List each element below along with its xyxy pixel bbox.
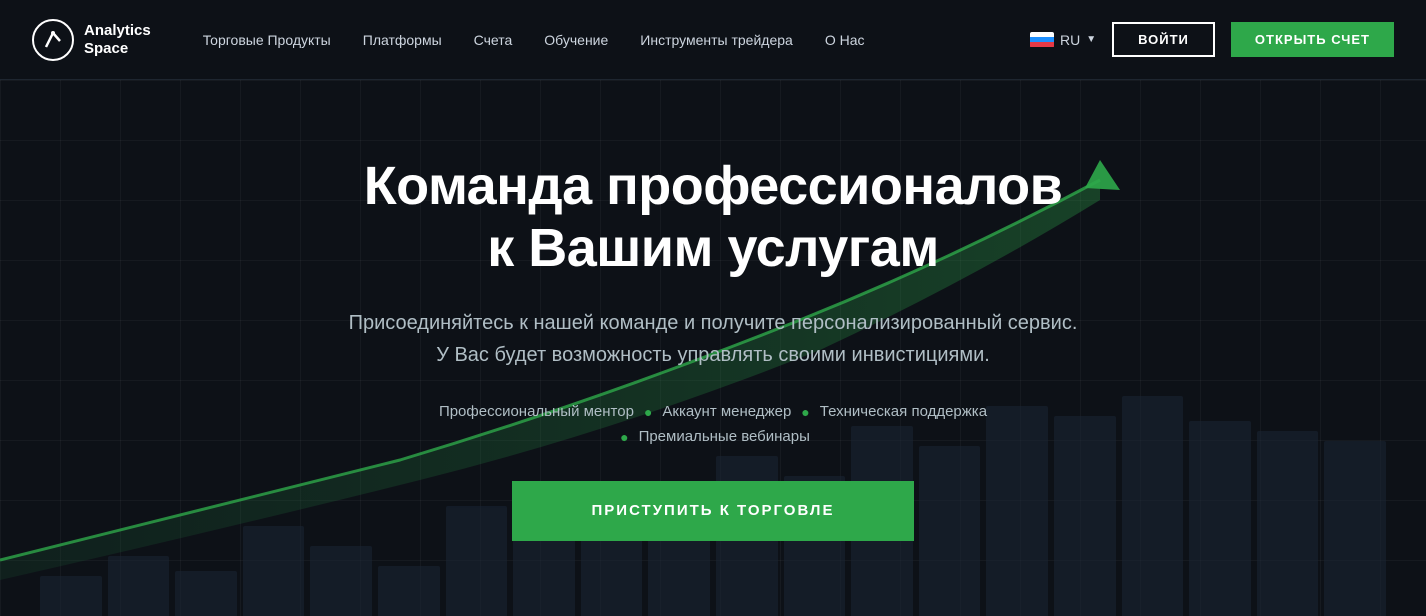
- hero-content: Команда профессионалов к Вашим услугам П…: [323, 155, 1103, 541]
- open-account-button[interactable]: ОТКРЫТЬ СЧЕТ: [1231, 22, 1394, 57]
- language-selector[interactable]: RU ▼: [1030, 32, 1096, 48]
- logo-icon: [32, 19, 74, 61]
- logo-text: Analytics Space: [84, 22, 151, 58]
- feature-support: Техническая поддержка: [820, 403, 987, 420]
- chart-bar: [1189, 421, 1251, 616]
- logo-svg: [42, 29, 64, 51]
- nav-right: RU ▼ ВОЙТИ ОТКРЫТЬ СЧЕТ: [1030, 22, 1394, 57]
- nav-link-about[interactable]: О Нас: [813, 26, 877, 54]
- nav-link-education[interactable]: Обучение: [532, 26, 620, 54]
- logo-name1: Analytics: [84, 22, 151, 40]
- features-row-1: Профессиональный ментор ● Аккаунт менедж…: [343, 403, 1083, 420]
- navigation: Analytics Space Торговые Продукты Платфо…: [0, 0, 1426, 80]
- hero-section: Команда профессионалов к Вашим услугам П…: [0, 80, 1426, 616]
- features-row-2: ● Премиальные вебинары: [343, 428, 1083, 445]
- nav-link-tools[interactable]: Инструменты трейдера: [628, 26, 805, 54]
- logo-name2: Space: [84, 40, 151, 58]
- lang-label: RU: [1060, 32, 1080, 48]
- hero-title: Команда профессионалов к Вашим услугам: [343, 155, 1083, 279]
- start-trading-button[interactable]: ПРИСТУПИТЬ К ТОРГОВЛЕ: [512, 481, 915, 541]
- chart-bar: [1257, 431, 1319, 616]
- chart-bar: [513, 536, 575, 616]
- flag-icon: [1030, 32, 1054, 48]
- chart-bar: [1122, 396, 1184, 616]
- dot-2: ●: [801, 404, 809, 420]
- dot-1: ●: [644, 404, 652, 420]
- nav-link-platforms[interactable]: Платформы: [351, 26, 454, 54]
- nav-link-accounts[interactable]: Счета: [462, 26, 525, 54]
- chart-bar: [108, 556, 170, 616]
- chart-bar: [378, 566, 440, 616]
- chart-bar: [40, 576, 102, 616]
- chevron-down-icon: ▼: [1086, 34, 1096, 45]
- hero-subtitle: Присоединяйтесь к нашей команде и получи…: [343, 307, 1083, 371]
- hero-title-line2: к Вашим услугам: [487, 218, 939, 278]
- feature-mentor: Профессиональный ментор: [439, 403, 634, 420]
- chart-bar: [243, 526, 305, 616]
- dot-3: ●: [620, 429, 628, 445]
- chart-bar: [310, 546, 372, 616]
- nav-link-trading-products[interactable]: Торговые Продукты: [191, 26, 343, 54]
- logo[interactable]: Analytics Space: [32, 19, 151, 61]
- login-button[interactable]: ВОЙТИ: [1112, 22, 1215, 57]
- chart-bar: [175, 571, 237, 616]
- feature-manager: Аккаунт менеджер: [662, 403, 791, 420]
- feature-webinars: Премиальные вебинары: [639, 428, 810, 445]
- nav-links: Торговые Продукты Платформы Счета Обучен…: [191, 26, 1030, 54]
- hero-title-line1: Команда профессионалов: [364, 156, 1063, 216]
- chart-bar: [1324, 441, 1386, 616]
